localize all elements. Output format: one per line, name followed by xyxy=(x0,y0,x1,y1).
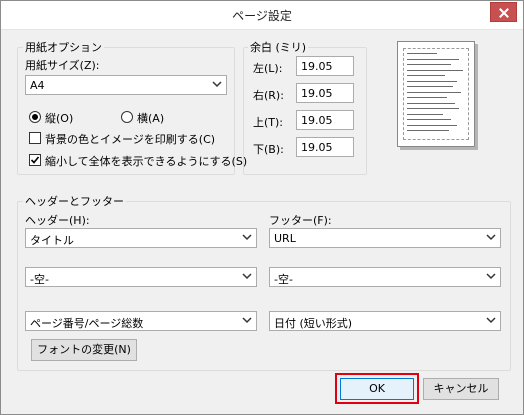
page-setup-dialog: ページ設定 用紙オプション 用紙サイズ(Z): A4 縦(O) 横(A) 背景の… xyxy=(0,0,524,415)
margin-top-label: 上(T): xyxy=(253,116,284,129)
preview-text-line xyxy=(407,58,459,60)
chevron-down-icon xyxy=(242,234,252,241)
margins-label: 余白 (ミリ) xyxy=(248,39,309,55)
margin-top-input[interactable] xyxy=(296,110,354,130)
margin-left-input[interactable] xyxy=(296,56,354,76)
title-bar: ページ設定 xyxy=(1,1,523,30)
margin-left-label: 左(L): xyxy=(253,62,283,75)
ok-button[interactable]: OK xyxy=(340,378,414,400)
header-select-2[interactable]: -空- xyxy=(25,267,257,287)
preview-text-line xyxy=(407,113,443,115)
chevron-down-icon xyxy=(486,234,496,241)
portrait-label[interactable]: 縦(O) xyxy=(45,110,73,126)
chevron-down-icon xyxy=(486,317,496,324)
preview-text-line xyxy=(407,108,459,109)
page-preview-margins xyxy=(403,48,469,140)
footer-select-2[interactable]: -空- xyxy=(269,267,501,287)
print-background-checkbox[interactable] xyxy=(29,132,41,144)
margin-bottom-input[interactable] xyxy=(296,137,354,157)
page-preview xyxy=(397,41,475,147)
window-title: ページ設定 xyxy=(232,9,292,23)
chevron-down-icon xyxy=(486,273,496,280)
close-icon[interactable] xyxy=(490,2,517,22)
shrink-to-fit-checkbox[interactable] xyxy=(29,154,41,166)
margin-bottom-label: 下(B): xyxy=(253,143,284,156)
preview-text-line xyxy=(407,86,453,87)
check-icon xyxy=(30,156,40,164)
header-value-2: -空- xyxy=(30,273,49,286)
footer-label: フッター(F): xyxy=(269,214,332,227)
landscape-label[interactable]: 横(A) xyxy=(137,110,164,126)
preview-text-line xyxy=(407,80,457,82)
paper-size-label: 用紙サイズ(Z): xyxy=(25,59,100,72)
change-font-button[interactable]: フォントの変更(N) xyxy=(31,339,137,361)
header-select-1[interactable]: タイトル xyxy=(25,228,257,248)
landscape-radio[interactable] xyxy=(121,111,133,123)
preview-text-line xyxy=(407,75,445,76)
paper-options-label: 用紙オプション xyxy=(23,39,104,55)
footer-value-1: URL xyxy=(274,232,296,245)
portrait-radio[interactable] xyxy=(29,111,41,123)
preview-text-line xyxy=(407,130,449,131)
preview-text-line xyxy=(407,64,451,65)
preview-text-line xyxy=(407,69,463,71)
header-value-1: タイトル xyxy=(30,234,74,247)
shrink-to-fit-label[interactable]: 縮小して全体を表示できるようにする(S) xyxy=(45,153,247,169)
paper-size-select[interactable]: A4 xyxy=(25,75,227,95)
header-select-3[interactable]: ページ番号/ページ総数 xyxy=(25,311,257,331)
margin-right-label: 右(R): xyxy=(253,89,284,102)
preview-text-line xyxy=(407,124,457,126)
preview-text-line xyxy=(407,102,455,104)
margin-right-input[interactable] xyxy=(296,83,354,103)
chevron-down-icon xyxy=(242,273,252,280)
header-value-3: ページ番号/ページ総数 xyxy=(30,317,144,330)
header-footer-label: ヘッダーとフッター xyxy=(23,193,126,209)
footer-select-1[interactable]: URL xyxy=(269,228,501,248)
cancel-button[interactable]: キャンセル xyxy=(423,378,499,400)
preview-text-line xyxy=(407,97,447,98)
chevron-down-icon xyxy=(242,317,252,324)
preview-text-line xyxy=(407,91,461,93)
chevron-down-icon xyxy=(212,81,222,88)
paper-size-value: A4 xyxy=(30,79,45,92)
print-background-label[interactable]: 背景の色とイメージを印刷する(C) xyxy=(45,131,215,147)
header-label: ヘッダー(H): xyxy=(25,214,90,227)
footer-value-3: 日付 (短い形式) xyxy=(274,317,353,330)
footer-select-3[interactable]: 日付 (短い形式) xyxy=(269,311,501,331)
preview-text-line xyxy=(407,53,437,54)
footer-value-2: -空- xyxy=(274,273,293,286)
preview-text-line xyxy=(407,119,451,120)
